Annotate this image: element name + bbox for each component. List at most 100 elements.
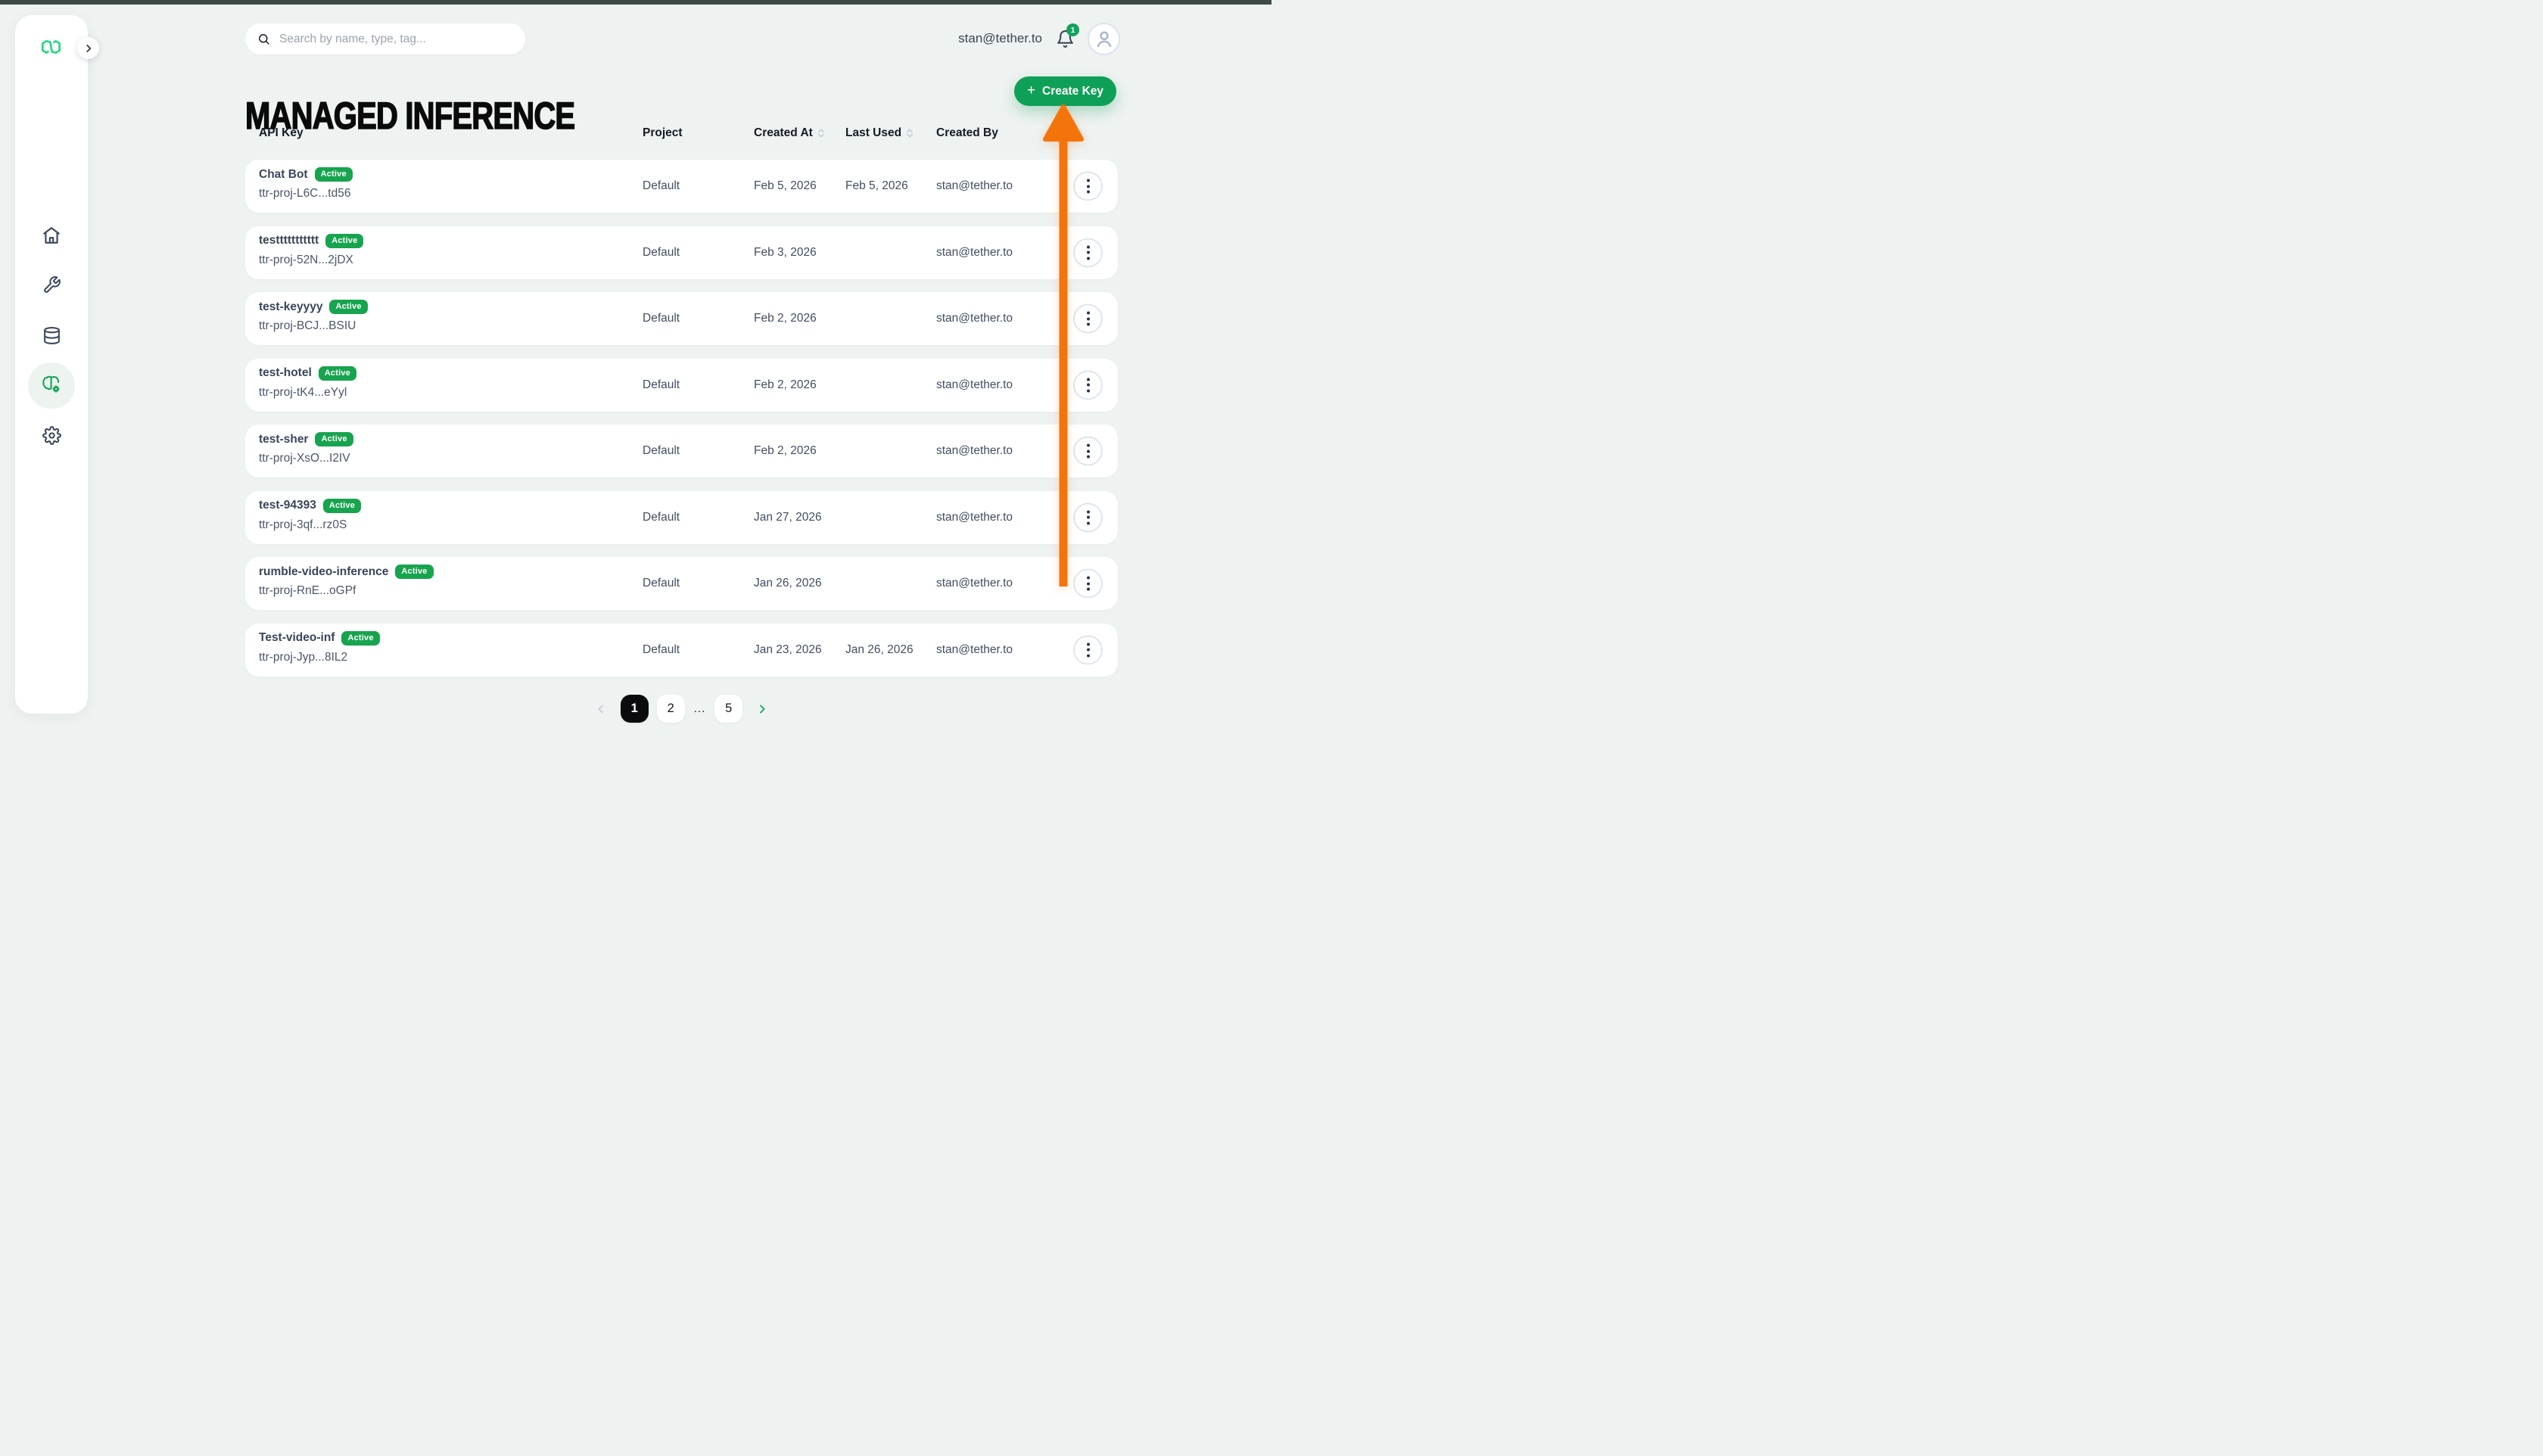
created-at-cell: Jan 27, 2026 (754, 491, 822, 544)
created-by-cell: stan@tether.to (936, 491, 1013, 544)
sidebar (15, 15, 88, 714)
column-header-created-by: Created By (936, 121, 998, 145)
column-header-api-key: API Key (259, 121, 303, 145)
created-at-cell: Feb 3, 2026 (754, 226, 817, 279)
api-key-id: ttr-proj-XsO...I2IV (259, 452, 353, 465)
row-actions-button[interactable] (1073, 569, 1103, 599)
sidebar-item-tools[interactable] (33, 266, 70, 303)
create-key-label: Create Key (1042, 85, 1103, 98)
project-cell: Default (643, 226, 680, 279)
table-row: test-keyyyy Active ttr-proj-BCJ...BSIU De… (245, 292, 1118, 345)
created-at-cell: Feb 5, 2026 (754, 160, 817, 213)
api-key-name: test-sher (259, 433, 308, 446)
project-cell: Default (643, 557, 680, 610)
project-cell: Default (643, 491, 680, 544)
pagination: 1 2 ... 5 (245, 695, 1118, 723)
created-by-cell: stan@tether.to (936, 226, 1013, 279)
api-key-name: Test-video-inf (259, 631, 335, 645)
api-key-id: ttr-proj-BCJ...BSIU (259, 319, 368, 333)
row-actions-button[interactable] (1073, 370, 1103, 400)
table-header: API Key Project Created At Last Used Cre… (245, 121, 1118, 145)
avatar[interactable] (1088, 23, 1120, 55)
topbar-user-area: stan@tether.to 1 (958, 22, 1120, 55)
created-at-cell: Feb 2, 2026 (754, 425, 817, 478)
chevron-right-icon (756, 703, 768, 715)
last-used-cell: Feb 5, 2026 (845, 160, 908, 213)
notifications-button[interactable]: 1 (1054, 27, 1076, 50)
created-by-cell: stan@tether.to (936, 557, 1013, 610)
status-badge: Active (329, 300, 367, 314)
row-actions-button[interactable] (1073, 304, 1103, 334)
table-row: test-hotelActive ttr-proj-tK4...eYyl Def… (245, 359, 1118, 412)
created-at-cell: Feb 2, 2026 (754, 359, 817, 412)
managed-inference-page: stan@tether.to 1 MANAGED INFERENCE + Cre… (0, 0, 1272, 728)
status-badge: Active (341, 631, 379, 646)
create-key-button[interactable]: + Create Key (1014, 76, 1116, 106)
user-email: stan@tether.to (958, 31, 1042, 46)
logo-link[interactable] (42, 40, 61, 58)
status-badge: Active (323, 499, 361, 513)
api-key-table: Chat BotActive ttr-proj-L6C...td56 Defau… (245, 160, 1118, 677)
status-badge: Active (395, 565, 433, 579)
wrench-icon (42, 275, 61, 294)
api-key-id: ttr-proj-52N...2jDX (259, 254, 363, 267)
sort-icon (817, 127, 826, 139)
table-row: testtttttttttt Active ttr-proj-52N...2jDX… (245, 226, 1118, 279)
api-key-name: test-94393 (259, 499, 316, 512)
table-row: test-sherActive ttr-proj-XsO...I2IV Defa… (245, 425, 1118, 478)
page-button-1[interactable]: 1 (621, 695, 649, 723)
row-actions-button[interactable] (1073, 238, 1103, 267)
column-header-created-at[interactable]: Created At (754, 121, 826, 145)
previous-page-button[interactable] (590, 695, 612, 723)
api-key-id: ttr-proj-RnE...oGPf (259, 584, 434, 598)
next-page-button[interactable] (751, 695, 773, 723)
table-row: test-94393 Active ttr-proj-3qf...rz0S Def… (245, 491, 1118, 544)
created-by-cell: stan@tether.to (936, 359, 1013, 412)
created-by-cell: stan@tether.to (936, 425, 1013, 478)
row-actions-button[interactable] (1073, 172, 1103, 201)
sidebar-item-home[interactable] (33, 217, 70, 254)
project-cell: Default (643, 624, 680, 677)
api-key-id: ttr-proj-Jyp...8IL2 (259, 651, 380, 664)
database-icon (42, 326, 61, 345)
sidebar-item-settings[interactable] (33, 417, 70, 453)
sidebar-item-managed-inference[interactable] (33, 367, 70, 403)
status-badge: Active (315, 167, 353, 182)
created-by-cell: stan@tether.to (936, 624, 1013, 677)
project-cell: Default (643, 359, 680, 412)
chevron-right-icon (83, 43, 94, 54)
search-bar (245, 23, 525, 54)
column-header-project: Project (643, 121, 683, 145)
created-at-cell: Jan 23, 2026 (754, 624, 822, 677)
created-at-cell: Jan 26, 2026 (754, 557, 822, 610)
row-actions-button[interactable] (1073, 437, 1103, 466)
row-actions-button[interactable] (1073, 635, 1103, 664)
home-icon (42, 226, 61, 245)
page-button-5[interactable]: 5 (714, 695, 742, 723)
project-cell: Default (643, 292, 680, 345)
search-icon (257, 33, 270, 45)
column-header-last-used[interactable]: Last Used (845, 121, 914, 145)
table-row: Test-video-inf Active ttr-proj-Jyp...8IL2… (245, 624, 1118, 677)
api-key-name: rumble-video-inference (259, 565, 388, 579)
created-by-cell: stan@tether.to (936, 292, 1013, 345)
status-badge: Active (319, 366, 356, 381)
table-row: Chat BotActive ttr-proj-L6C...td56 Defau… (245, 160, 1118, 213)
api-key-id: ttr-proj-3qf...rz0S (259, 518, 361, 532)
brain-gear-icon (41, 375, 62, 396)
page-button-2[interactable]: 2 (657, 695, 685, 723)
person-icon (1093, 27, 1116, 50)
sidebar-collapse-button[interactable] (77, 37, 99, 59)
row-actions-button[interactable] (1073, 502, 1103, 532)
status-badge: Active (325, 234, 363, 248)
table-row: rumble-video-inference Active ttr-proj-Rn… (245, 557, 1118, 610)
top-strip (0, 0, 1272, 5)
search-input[interactable] (278, 32, 513, 47)
pagination-ellipsis: ... (694, 702, 706, 715)
sidebar-item-data[interactable] (33, 317, 70, 353)
api-key-name: testtttttttttt (259, 234, 319, 247)
project-cell: Default (643, 425, 680, 478)
created-at-cell: Feb 2, 2026 (754, 292, 817, 345)
api-key-name: test-keyyyy (259, 300, 322, 314)
brand-logo-icon (42, 40, 61, 54)
